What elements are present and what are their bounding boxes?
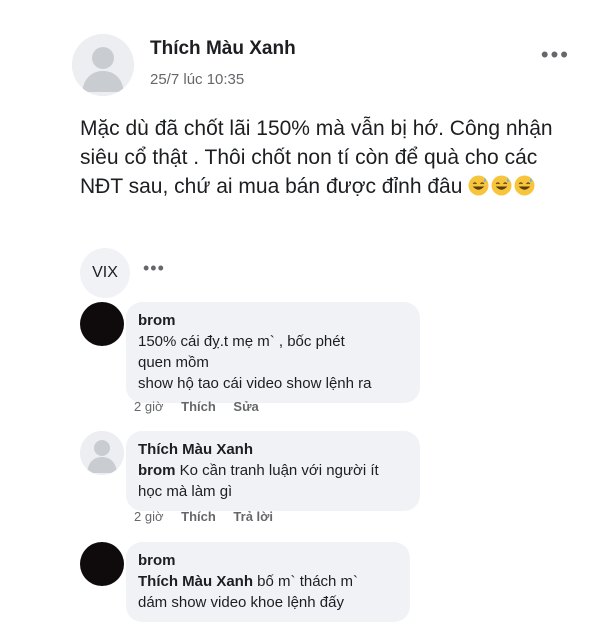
comment-line: 150% cái đỵ.t mẹ m` , bốc phét xyxy=(138,333,345,350)
post-header: Thích Màu Xanh 25/7 lúc 10:35 ••• xyxy=(72,34,572,96)
more-options-icon[interactable]: ••• xyxy=(143,258,165,279)
reply-button[interactable]: Trả lời xyxy=(233,509,273,524)
comment-actions: 2 giờ Thích Trả lời xyxy=(134,509,287,524)
comment-line: brom Ko cần tranh luận với người ít xyxy=(138,460,408,481)
like-button[interactable]: Thích xyxy=(181,399,216,414)
comment-author[interactable]: brom xyxy=(138,310,408,331)
comment: brom 150% cái đỵ.t mẹ m` , bốc phét quen… xyxy=(80,302,520,422)
mention-tag[interactable]: brom xyxy=(138,462,176,479)
comment-line: dám show video khoe lệnh đấy xyxy=(138,594,344,611)
comment-author[interactable]: Thích Màu Xanh xyxy=(138,439,408,460)
grinning-sweat-emoji-icon xyxy=(468,175,489,196)
comment-line: quen mồm xyxy=(138,354,209,371)
commenter-avatar[interactable] xyxy=(80,431,124,475)
comment-line: Thích Màu Xanh bố m` thách m` xyxy=(138,571,398,592)
comment: Thích Màu Xanh brom Ko cần tranh luận vớ… xyxy=(80,431,520,531)
comment-bubble: Thích Màu Xanh brom Ko cần tranh luận vớ… xyxy=(126,431,420,511)
comment-author[interactable]: brom xyxy=(138,550,398,571)
commenter-avatar[interactable] xyxy=(80,302,124,346)
commenter-avatar[interactable] xyxy=(80,542,124,586)
comment-text: bố m` thách m` xyxy=(253,573,359,590)
comment: brom Thích Màu Xanh bố m` thách m` dám s… xyxy=(80,542,520,622)
grinning-sweat-emoji-icon xyxy=(514,175,535,196)
comment-bubble: brom Thích Màu Xanh bố m` thách m` dám s… xyxy=(126,542,410,622)
stock-tag-chip[interactable]: VIX xyxy=(80,248,130,298)
mention-tag[interactable]: Thích Màu Xanh xyxy=(138,573,253,590)
comment-time: 2 giờ xyxy=(134,509,164,524)
grinning-sweat-emoji-icon xyxy=(491,175,512,196)
author-avatar[interactable] xyxy=(72,34,134,96)
comment-text: Ko cần tranh luận với người ít xyxy=(175,462,379,479)
post-text: Mặc dù đã chốt lãi 150% mà vẫn bị hớ. Cô… xyxy=(80,114,560,201)
author-name[interactable]: Thích Màu Xanh xyxy=(150,38,296,60)
comment-line: học mà làm gì xyxy=(138,483,233,500)
comment-line: show hộ tao cái video show lệnh ra xyxy=(138,375,372,392)
default-user-icon xyxy=(80,431,124,475)
emoji-group xyxy=(468,175,537,198)
comment-actions: 2 giờ Thích Sửa xyxy=(134,399,273,414)
post-timestamp[interactable]: 25/7 lúc 10:35 xyxy=(150,71,244,88)
like-button[interactable]: Thích xyxy=(181,509,216,524)
more-options-icon[interactable]: ••• xyxy=(541,42,570,68)
comment-time: 2 giờ xyxy=(134,399,164,414)
comment-bubble: brom 150% cái đỵ.t mẹ m` , bốc phét quen… xyxy=(126,302,420,403)
edit-button[interactable]: Sửa xyxy=(233,399,258,414)
default-user-icon xyxy=(72,34,134,96)
